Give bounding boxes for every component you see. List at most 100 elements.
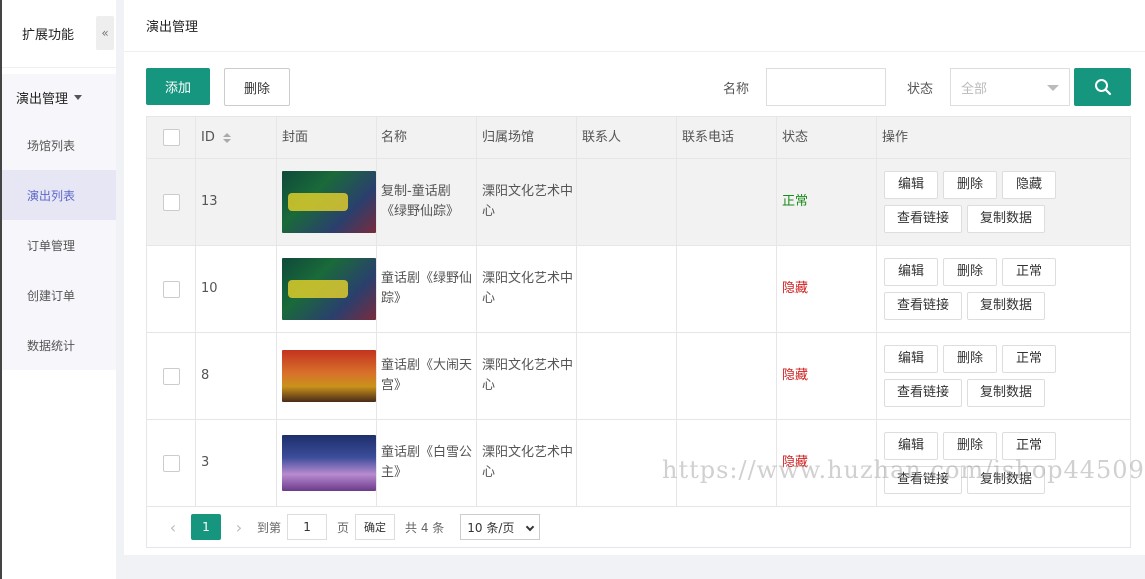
copy-data-button[interactable]: 复制数据: [967, 292, 1045, 320]
sidebar: 扩展功能 « 演出管理 场馆列表 演出列表 订单管理 创建订单 数据统计: [0, 0, 116, 579]
collapse-sidebar-button[interactable]: «: [96, 16, 114, 50]
delete-row-button[interactable]: 删除: [943, 171, 997, 199]
sidebar-group-title[interactable]: 演出管理: [2, 74, 116, 120]
cell-cover: [277, 159, 377, 245]
actions-line: 编辑 删除 隐藏: [884, 171, 1056, 199]
name-filter-label: 名称: [723, 81, 750, 97]
cell-venue: 溧阳文化艺术中心: [477, 420, 577, 506]
sidebar-item-label: 数据统计: [27, 338, 76, 353]
cell-contact: [577, 159, 677, 245]
cell-phone: [677, 159, 777, 245]
cell-id: 8: [196, 333, 277, 419]
toggle-visibility-button[interactable]: 正常: [1002, 345, 1056, 373]
copy-data-button[interactable]: 复制数据: [967, 205, 1045, 233]
view-link-button[interactable]: 查看链接: [884, 379, 962, 407]
actions-group: 编辑 删除 隐藏 查看链接 复制数据: [882, 171, 1056, 233]
edit-button[interactable]: 编辑: [884, 345, 938, 373]
page-unit-label: 页: [337, 520, 350, 535]
prev-page-button[interactable]: ‹: [161, 518, 185, 537]
cell-phone: [677, 246, 777, 332]
header-id[interactable]: ID: [196, 117, 277, 158]
current-page-button[interactable]: 1: [191, 514, 221, 540]
cover-image[interactable]: [282, 171, 376, 233]
header-venue: 归属场馆: [477, 117, 577, 158]
row-checkbox[interactable]: [162, 367, 180, 385]
search-button[interactable]: [1074, 68, 1131, 106]
cell-id: 13: [196, 159, 277, 245]
table-row: 13 复制-童话剧《绿野仙踪》 溧阳文化艺术中心 正常 编辑 删除 隐藏 查看链接 复制数据: [147, 159, 1130, 246]
total-count: 共 4 条: [405, 520, 445, 535]
row-checkbox[interactable]: [162, 280, 180, 298]
status-badge: 正常: [782, 194, 809, 209]
header-id-label: ID: [201, 129, 215, 145]
sidebar-item-label: 订单管理: [27, 238, 76, 253]
view-link-button[interactable]: 查看链接: [884, 205, 962, 233]
table-body: 13 复制-童话剧《绿野仙踪》 溧阳文化艺术中心 正常 编辑 删除 隐藏 查看链接 复制数据 10…: [147, 159, 1130, 507]
name-filter-input[interactable]: [766, 68, 886, 106]
sidebar-item-label: 创建订单: [27, 288, 76, 303]
chevron-down-icon: [526, 522, 535, 532]
table-row: 8 童话剧《大闹天宫》 溧阳文化艺术中心 隐藏 编辑 删除 正常 查看链接 复制数据: [147, 333, 1130, 420]
header-phone: 联系电话: [677, 117, 777, 158]
row-checkbox[interactable]: [162, 193, 180, 211]
cell-venue: 溧阳文化艺术中心: [477, 246, 577, 332]
cell-status: 隐藏: [777, 333, 877, 419]
page-title-text: 演出管理: [146, 20, 199, 35]
sort-icon[interactable]: [222, 132, 231, 143]
sidebar-item-label: 场馆列表: [27, 138, 76, 153]
actions-line: 编辑 删除 正常: [884, 345, 1056, 373]
copy-data-button[interactable]: 复制数据: [967, 379, 1045, 407]
sidebar-item-shows[interactable]: 演出列表: [2, 170, 116, 220]
cell-status: 正常: [777, 159, 877, 245]
status-badge: 隐藏: [782, 281, 809, 296]
cell-actions: 编辑 删除 隐藏 查看链接 复制数据: [877, 159, 1130, 245]
cell-cover: [277, 246, 377, 332]
sidebar-group: 演出管理 场馆列表 演出列表 订单管理 创建订单 数据统计: [2, 74, 116, 370]
delete-button[interactable]: 删除: [224, 68, 290, 106]
row-checkbox[interactable]: [162, 454, 180, 472]
header-name: 名称: [377, 117, 477, 158]
cell-name: 复制-童话剧《绿野仙踪》: [377, 159, 477, 245]
header-cover: 封面: [277, 117, 377, 158]
cell-phone: [677, 333, 777, 419]
cell-cover: [277, 420, 377, 506]
goto-confirm-button[interactable]: 确定: [355, 514, 396, 540]
next-page-button[interactable]: ›: [227, 518, 251, 537]
delete-row-button[interactable]: 删除: [943, 258, 997, 286]
sidebar-item-statistics[interactable]: 数据统计: [2, 320, 116, 370]
cell-name: 童话剧《大闹天宫》: [377, 333, 477, 419]
table-row: 10 童话剧《绿野仙踪》 溧阳文化艺术中心 隐藏 编辑 删除 正常 查看链接 复制数据: [147, 246, 1130, 333]
actions-line: 编辑 删除 正常: [884, 258, 1056, 286]
caret-down-icon: [74, 94, 83, 100]
page-size-select[interactable]: 10 条/页: [460, 514, 541, 540]
cell-venue: 溧阳文化艺术中心: [477, 333, 577, 419]
cell-venue: 溧阳文化艺术中心: [477, 159, 577, 245]
sidebar-item-orders[interactable]: 订单管理: [2, 220, 116, 270]
cover-image[interactable]: [282, 258, 376, 320]
toggle-visibility-button[interactable]: 隐藏: [1002, 171, 1056, 199]
sidebar-group-label: 演出管理: [16, 91, 69, 107]
edit-button[interactable]: 编辑: [884, 171, 938, 199]
cell-actions: 编辑 删除 正常 查看链接 复制数据: [877, 333, 1130, 419]
sidebar-item-create-order[interactable]: 创建订单: [2, 270, 116, 320]
pagination: ‹ 1 › 到第 1 页 确定 共 4 条 10 条/页: [147, 507, 1130, 547]
toolbar: 添加 删除 名称 状态 全部: [146, 68, 1131, 106]
actions-line: 查看链接 复制数据: [884, 292, 1056, 320]
toggle-visibility-button[interactable]: 正常: [1002, 258, 1056, 286]
cover-image[interactable]: [282, 350, 376, 402]
cover-image[interactable]: [282, 435, 376, 491]
goto-page-input[interactable]: 1: [287, 514, 328, 540]
cell-cover: [277, 333, 377, 419]
view-link-button[interactable]: 查看链接: [884, 292, 962, 320]
sidebar-item-venues[interactable]: 场馆列表: [2, 120, 116, 170]
select-all-checkbox[interactable]: [162, 129, 180, 146]
delete-row-button[interactable]: 删除: [943, 345, 997, 373]
row-select-cell: [147, 246, 196, 332]
add-button[interactable]: 添加: [146, 68, 210, 105]
page-title: 演出管理: [124, 0, 1145, 52]
sidebar-item-label: 演出列表: [27, 188, 76, 203]
status-badge: 隐藏: [782, 368, 809, 383]
cell-name: 童话剧《绿野仙踪》: [377, 246, 477, 332]
edit-button[interactable]: 编辑: [884, 258, 938, 286]
status-filter-select[interactable]: 全部: [950, 68, 1070, 106]
